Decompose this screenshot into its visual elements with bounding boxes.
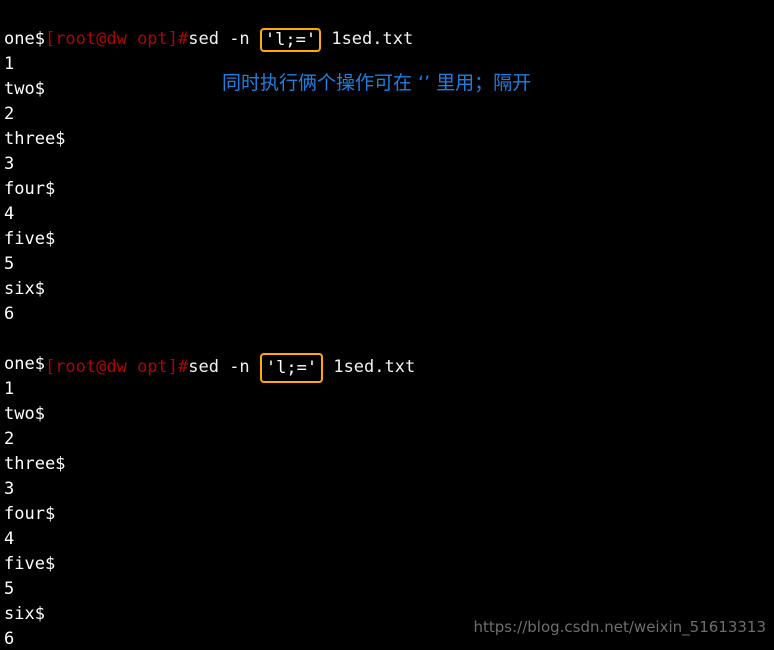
command-text-before: sed -n [188,29,260,49]
watermark: https://blog.csdn.net/weixin_51613313 [473,618,766,636]
output-line: 5 [4,579,15,599]
output-line: 4 [4,529,15,549]
shell-prompt: [root@dw opt]# [44,357,189,377]
command-line[interactable]: [root@dw opt]#sed -n 'l;=' 1sed.txt [4,327,415,407]
output-line: six$ [4,279,45,299]
output-line: six$ [4,604,45,624]
output-line: five$ [4,229,56,249]
shell-prompt: [root@dw opt]# [44,29,189,49]
output-line: 6 [4,304,15,324]
output-line: one$ [4,29,45,49]
output-line: four$ [4,504,56,524]
output-line: 3 [4,479,15,499]
output-line: 1 [4,379,15,399]
output-line: 1 [4,54,15,74]
output-line: 2 [4,104,15,124]
highlighted-sed-expression: 'l;=' [259,353,324,383]
output-line: two$ [4,404,45,424]
output-line: five$ [4,554,56,574]
terminal-window[interactable]: [root@dw opt]#sed -n 'l;=' 1sed.txt one$… [0,0,774,650]
output-line: 6 [4,629,15,649]
command-text-before: sed -n [188,357,260,377]
output-line: 3 [4,154,15,174]
output-line: two$ [4,79,45,99]
command-text-after: 1sed.txt [323,357,416,377]
output-line: three$ [4,454,66,474]
output-line: 2 [4,429,15,449]
output-line: 4 [4,204,15,224]
command-line[interactable]: [root@dw opt]#sed -n 'l;=' 1sed.txt [4,2,413,77]
output-line: three$ [4,129,66,149]
command-text-after: 1sed.txt [321,29,414,49]
output-line: one$ [4,354,45,374]
annotation-text: 同时执行俩个操作可在 ‘’ 里用；隔开 [222,72,532,94]
output-line: 5 [4,254,15,274]
highlighted-sed-expression: 'l;=' [259,28,322,52]
output-line: four$ [4,179,56,199]
